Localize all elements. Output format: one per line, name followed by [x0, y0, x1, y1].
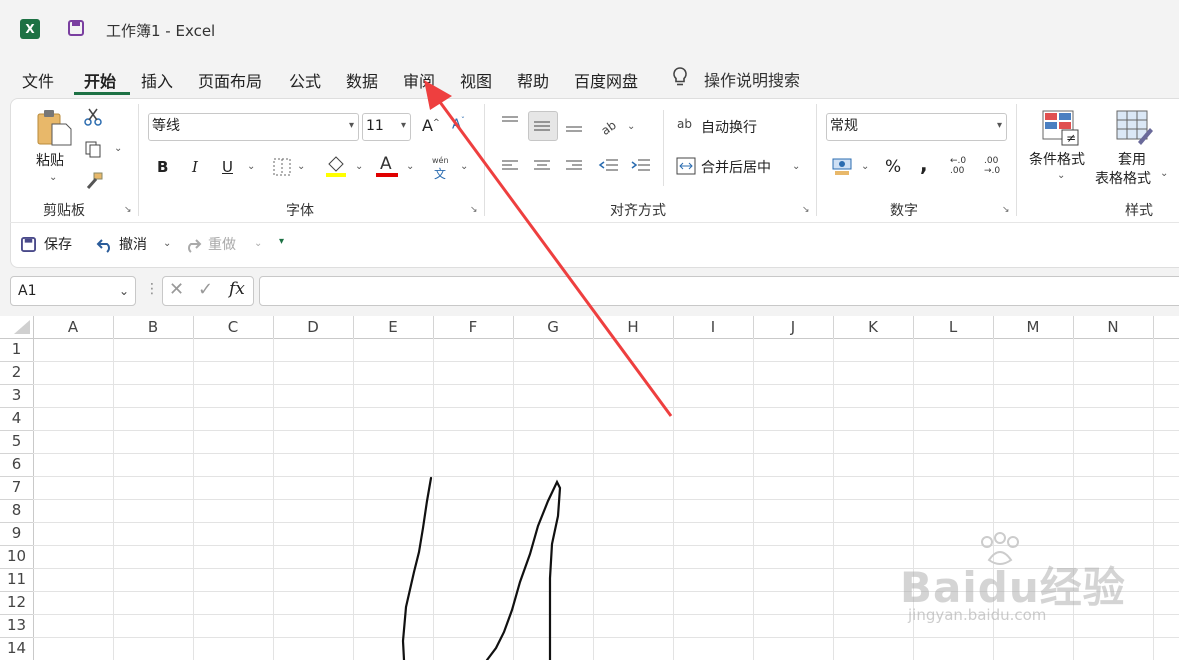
watermark-url: jingyan.baidu.com: [908, 606, 1047, 624]
